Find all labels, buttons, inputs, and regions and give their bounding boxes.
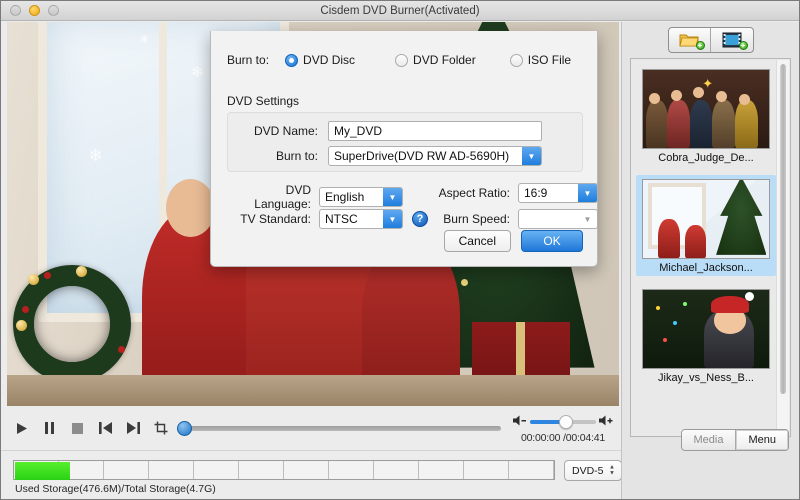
previous-button[interactable] [91,414,119,442]
media-list-item[interactable]: Michael_Jackson... [636,175,776,276]
ok-button[interactable]: OK [521,230,583,252]
burn-to-drive-value: SuperDrive(DVD RW AD-5690H) [334,149,509,163]
media-item-label: Jikay_vs_Ness_B... [636,372,776,384]
dvd-name-input[interactable]: My_DVD [328,121,542,141]
disc-type-select[interactable]: DVD-5 ▲▼ [564,460,622,481]
aspect-ratio-row: Aspect Ratio: 16:9 ▼ [426,183,598,203]
tab-menu[interactable]: Menu [736,430,788,450]
volume-handle[interactable] [559,415,573,429]
transport-controls: 00:00:00 /00:04:41 [1,406,623,450]
media-list[interactable]: ✦ Cobra_Judge_De... [630,58,791,437]
add-video-button[interactable]: + [711,28,753,52]
media-list-scrollbar[interactable] [776,60,789,435]
volume-fill [530,420,562,424]
cancel-button[interactable]: Cancel [444,230,511,252]
dvd-name-label: DVD Name: [240,124,318,138]
window-title: Cisdem DVD Burner(Activated) [1,1,799,21]
tab-media[interactable]: Media [682,430,737,450]
media-item-label: Michael_Jackson... [636,262,776,274]
body-area: ❄ ❄ ❄ ❄ [1,22,799,499]
radio-iso-file-label: ISO File [528,53,571,67]
burn-to-drive-label: Burn to: [240,149,318,163]
burn-to-drive-select[interactable]: SuperDrive(DVD RW AD-5690H) ▼ [328,146,542,166]
aspect-ratio-label: Aspect Ratio: [426,186,510,200]
chevron-down-icon[interactable]: ▼ [383,188,402,206]
media-list-item[interactable]: ✦ Cobra_Judge_De... [636,65,776,166]
media-thumbnail: ✦ [642,69,770,149]
next-button[interactable] [119,414,147,442]
dvd-name-row: DVD Name: My_DVD [240,121,570,141]
speaker-plus-icon[interactable] [599,413,614,431]
media-item-label: Cobra_Judge_De... [636,152,776,164]
volume-area: 00:00:00 /00:04:41 [507,413,619,444]
plus-badge-icon: + [739,41,748,50]
radio-option-dvd-disc[interactable]: DVD Disc [285,53,355,67]
storage-area: Used Storage(476.6M)/Total Storage(4.7G)… [1,450,623,499]
volume-slider[interactable] [530,420,596,424]
scrollbar-thumb[interactable] [780,64,786,394]
seek-track [177,426,501,431]
tv-standard-label: TV Standard: [227,212,311,226]
play-button[interactable] [7,414,35,442]
dvd-settings-title: DVD Settings [227,94,299,108]
dvd-language-select[interactable]: English ▼ [319,187,403,207]
traffic-lights [10,5,59,16]
aspect-ratio-value: 16:9 [524,186,547,200]
radio-dvd-folder-icon[interactable] [395,54,408,67]
aspect-ratio-select[interactable]: 16:9 ▼ [518,183,598,203]
media-thumbnail [642,289,770,369]
plus-badge-icon: + [696,41,705,50]
minimize-button[interactable] [29,5,40,16]
tv-standard-value: NTSC [325,212,358,226]
radio-option-iso-file[interactable]: ISO File [510,53,571,67]
burn-drive-row: Burn to: SuperDrive(DVD RW AD-5690H) ▼ [240,146,570,166]
chevron-down-icon[interactable]: ▼ [578,184,597,202]
radio-option-dvd-folder[interactable]: DVD Folder [395,53,476,67]
dvd-language-value: English [325,190,364,204]
speaker-minus-icon[interactable] [513,413,527,431]
title-bar: Cisdem DVD Burner(Activated) [1,1,799,21]
sidebar-tabs: Media Menu [681,429,790,451]
radio-dvd-folder-label: DVD Folder [413,53,476,67]
pause-button[interactable] [35,414,63,442]
media-thumbnail [642,179,770,259]
storage-fill [15,462,70,480]
dvd-settings-group: DVD Name: My_DVD Burn to: SuperDrive(DVD… [227,112,583,172]
disc-type-value: DVD-5 [572,465,604,477]
time-display: 00:00:00 /00:04:41 [521,432,605,444]
stepper-icon: ▲▼ [609,465,615,476]
sidebar-toolbar: + + [622,27,799,53]
dvd-language-label: DVD Language: [227,183,311,211]
storage-label: Used Storage(476.6M)/Total Storage(4.7G) [15,483,216,495]
tv-standard-row: TV Standard: NTSC ▼ ? [227,209,428,229]
seek-handle[interactable] [177,421,192,436]
radio-dvd-disc-label: DVD Disc [303,53,355,67]
media-sidebar: + + [621,22,799,499]
add-folder-button[interactable]: + [669,28,711,52]
dvd-language-row: DVD Language: English ▼ [227,183,403,211]
dvd-settings-dialog: Burn to: DVD Disc DVD Folder ISO File DV… [210,31,598,267]
stop-button[interactable] [63,414,91,442]
burn-speed-select[interactable]: ▼ [518,209,598,229]
chevron-down-icon[interactable]: ▼ [522,147,541,165]
radio-dvd-disc-icon[interactable] [285,54,298,67]
dvd-name-value: My_DVD [334,124,382,138]
chevron-down-icon[interactable]: ▼ [578,210,597,228]
tv-standard-select[interactable]: NTSC ▼ [319,209,403,229]
crop-button[interactable] [147,414,175,442]
close-button[interactable] [10,5,21,16]
app-window: Cisdem DVD Burner(Activated) ❄ ❄ ❄ ❄ [0,0,800,500]
radio-iso-file-icon[interactable] [510,54,523,67]
media-list-item[interactable]: Jikay_vs_Ness_B... [636,285,776,386]
seek-slider[interactable] [177,419,501,437]
burn-to-label: Burn to: [227,53,269,67]
dialog-buttons: Cancel OK [444,230,583,252]
burn-speed-label: Burn Speed: [426,212,510,226]
burn-speed-row: Burn Speed: ▼ [426,209,598,229]
storage-bar [13,460,555,480]
burn-to-row: Burn to: DVD Disc DVD Folder ISO File [227,53,583,67]
chevron-down-icon[interactable]: ▼ [383,210,402,228]
maximize-button[interactable] [48,5,59,16]
